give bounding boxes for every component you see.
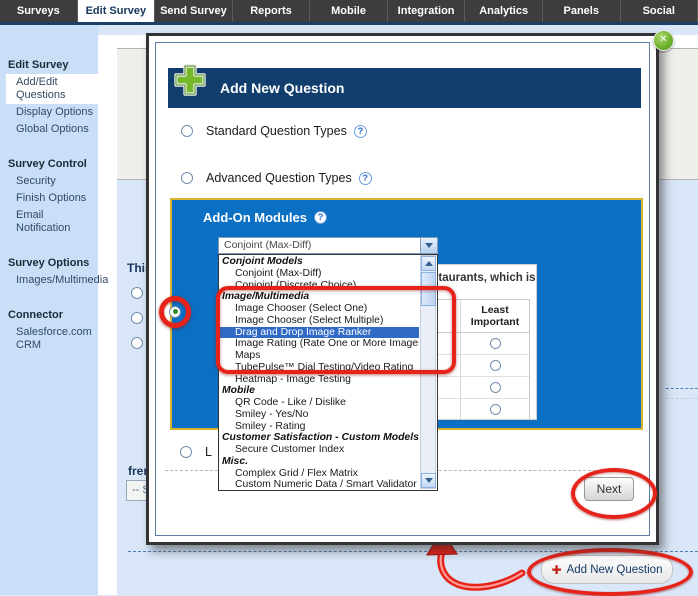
nav-tab-reports[interactable]: Reports	[233, 0, 311, 22]
radio-button[interactable]	[490, 404, 501, 415]
help-icon[interactable]: ?	[314, 211, 327, 224]
plus-icon: ✚	[552, 563, 562, 577]
dropdown-option-custom-numeric-data-smart-validator[interactable]: Custom Numeric Data / Smart Validator	[219, 479, 419, 491]
dropdown-option-misc: Misc.	[219, 456, 419, 468]
help-icon[interactable]: ?	[354, 125, 367, 138]
add-new-question-button[interactable]: ✚ Add New Question	[541, 555, 673, 584]
radio-button[interactable]	[490, 382, 501, 393]
help-icon[interactable]: ?	[359, 172, 372, 185]
dropdown-option-image-chooser-select-multiple[interactable]: Image Chooser (Select Multiple)	[219, 315, 419, 327]
select-value: Conjoint (Max-Diff)	[219, 238, 420, 253]
dropdown-option-qr-code-like-dislike[interactable]: QR Code - Like / Dislike	[219, 397, 419, 409]
nav-tab-edit-survey[interactable]: Edit Survey	[78, 0, 156, 22]
sidebar-item-finish-options[interactable]: Finish Options	[0, 190, 98, 207]
option-standard-question-types: Standard Question Types ?	[181, 124, 367, 138]
radio-button[interactable]	[131, 287, 143, 299]
dashed-separator	[666, 398, 698, 399]
radio-button[interactable]	[490, 360, 501, 371]
close-icon[interactable]: ✕	[653, 30, 674, 51]
sidebar-item-security[interactable]: Security	[0, 173, 98, 190]
scrollbar-thumb[interactable]	[421, 272, 436, 306]
scroll-down-icon[interactable]	[421, 473, 436, 488]
sidebar-section-connector: Connector	[0, 307, 98, 324]
dropdown-option-smiley-rating[interactable]: Smiley - Rating	[219, 421, 419, 433]
radio-button[interactable]	[181, 125, 193, 137]
sidebar-item-email-notification[interactable]: Email Notification	[0, 207, 98, 237]
addon-module-select[interactable]: Conjoint (Max-Diff)	[218, 237, 438, 254]
sidebar: Edit SurveyAdd/Edit QuestionsDisplay Opt…	[0, 25, 98, 595]
preview-question-fragment: staurants, which is	[432, 272, 536, 284]
option-library: L	[180, 445, 219, 459]
dropdown-option-conjoint-discrete-choice[interactable]: Conjoint (Discrete Choice)	[219, 280, 419, 292]
nav-tab-panels[interactable]: Panels	[543, 0, 621, 22]
dropdown-option-tubepulse-dial-testing-video-rating[interactable]: TubePulse™ Dial Testing/Video Rating	[219, 362, 419, 374]
dropdown-option-image-chooser-select-one[interactable]: Image Chooser (Select One)	[219, 303, 419, 315]
top-nav: SurveysEdit SurveySend SurveyReportsMobi…	[0, 0, 698, 25]
dropdown-option-image-multimedia: Image/Multimedia	[219, 291, 419, 303]
sidebar-section-edit-survey: Edit Survey	[0, 57, 98, 74]
radio-button[interactable]	[131, 312, 143, 324]
modal-header: Add New Question	[168, 68, 641, 108]
sidebar-section-survey-options: Survey Options	[0, 255, 98, 272]
dropdown-option-secure-customer-index[interactable]: Secure Customer Index	[219, 444, 419, 456]
nav-tab-surveys[interactable]: Surveys	[0, 0, 78, 22]
nav-tab-analytics[interactable]: Analytics	[465, 0, 543, 22]
layout-divider	[98, 35, 117, 595]
dropdown-option-complex-grid-flex-matrix[interactable]: Complex Grid / Flex Matrix	[219, 468, 419, 480]
next-button[interactable]: Next	[584, 477, 634, 501]
dropdown-option-heatmap-image-testing[interactable]: Heatmap - Image Testing	[219, 374, 419, 386]
dropdown-option-conjoint-max-diff[interactable]: Conjoint (Max-Diff)	[219, 268, 419, 280]
sidebar-item-global-options[interactable]: Global Options	[0, 121, 98, 138]
addon-dropdown-list: Conjoint ModelsConjoint (Max-Diff)Conjoi…	[218, 254, 438, 491]
sidebar-item-images-multimedia[interactable]: Images/Multimedia	[0, 272, 98, 289]
sidebar-item-display-options[interactable]: Display Options	[0, 104, 98, 121]
dropdown-option-maps[interactable]: Maps	[219, 350, 419, 362]
dropdown-option-conjoint-models: Conjoint Models	[219, 256, 419, 268]
nav-tab-mobile[interactable]: Mobile	[310, 0, 388, 22]
addon-panel-title: Add-On Modules	[203, 210, 307, 225]
sidebar-section-survey-control: Survey Control	[0, 156, 98, 173]
sidebar-item-salesforce-com-crm[interactable]: Salesforce.com CRM	[0, 324, 98, 354]
scroll-up-icon[interactable]	[421, 256, 436, 271]
dropdown-option-customer-satisfaction-custom-models: Customer Satisfaction - Custom Models	[219, 432, 419, 444]
nav-tab-social[interactable]: Social	[621, 0, 698, 22]
radio-button[interactable]	[181, 172, 193, 184]
dropdown-scrollbar[interactable]	[420, 255, 436, 489]
nav-tab-integration[interactable]: Integration	[388, 0, 466, 22]
dropdown-option-drag-and-drop-image-ranker[interactable]: Drag and Drop Image Ranker	[219, 327, 419, 339]
radio-button[interactable]	[490, 338, 501, 349]
dashed-separator	[666, 388, 698, 389]
dropdown-option-smiley-yes-no[interactable]: Smiley - Yes/No	[219, 409, 419, 421]
option-advanced-question-types: Advanced Question Types ?	[181, 171, 372, 185]
sidebar-item-add-edit-questions[interactable]: Add/Edit Questions	[6, 74, 98, 104]
chevron-down-icon[interactable]	[420, 238, 437, 253]
radio-button[interactable]	[180, 446, 192, 458]
dashed-separator	[128, 551, 698, 552]
column-header: Least Important	[461, 304, 529, 328]
dropdown-option-image-rating-rate-one-or-more-images[interactable]: Image Rating (Rate One or More Images)	[219, 338, 419, 350]
dropdown-option-mobile: Mobile	[219, 385, 419, 397]
add-icon	[172, 62, 208, 98]
radio-button[interactable]	[131, 337, 143, 349]
addon-modules-radio-selected[interactable]	[169, 306, 181, 318]
modal-title: Add New Question	[220, 80, 344, 96]
nav-tab-send-survey[interactable]: Send Survey	[155, 0, 233, 22]
